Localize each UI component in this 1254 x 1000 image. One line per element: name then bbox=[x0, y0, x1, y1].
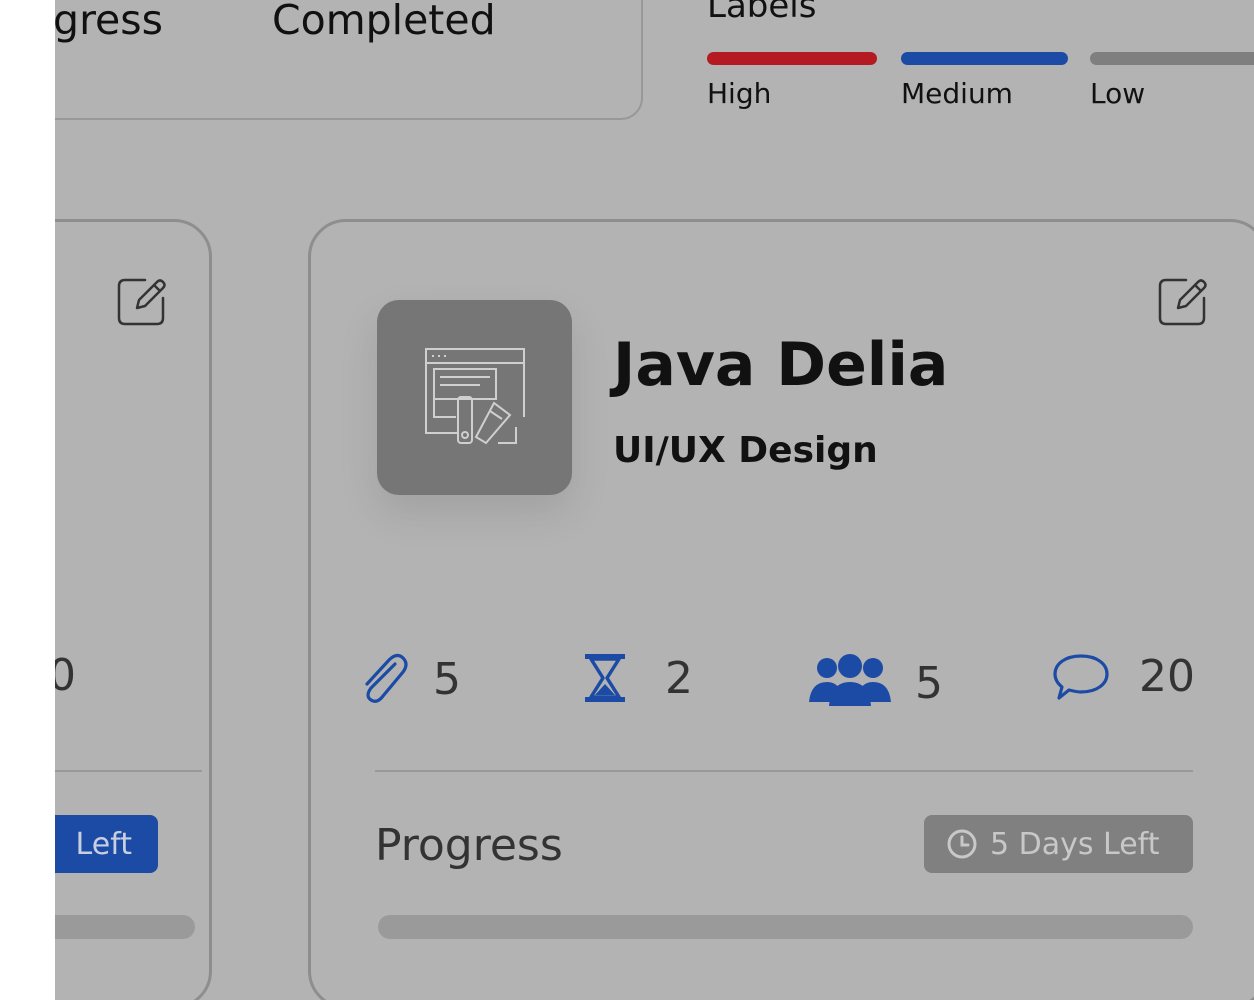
divider bbox=[375, 770, 1193, 772]
hourglass-icon bbox=[585, 654, 625, 702]
days-left-badge: 5 Days Left bbox=[924, 815, 1193, 873]
project-card[interactable]: Java Delia UI/UX Design 5 2 5 20 Progres… bbox=[308, 219, 1254, 1000]
days-left-text: Left bbox=[75, 826, 132, 862]
legend-bar-low bbox=[1090, 52, 1254, 65]
status-tabs: Progress Completed bbox=[55, 0, 643, 120]
progress-fill bbox=[55, 915, 195, 939]
legend-item-high: High bbox=[707, 52, 877, 110]
clock-icon bbox=[947, 829, 977, 859]
stat-comments: 10 bbox=[55, 650, 76, 701]
paperclip-icon bbox=[365, 653, 408, 703]
design-tools-icon bbox=[425, 348, 525, 445]
edit-icon[interactable] bbox=[113, 272, 169, 328]
progress-label: Progress bbox=[375, 820, 563, 871]
progress-track bbox=[55, 915, 195, 939]
stage: Progress Completed Labels High Medium Lo… bbox=[55, 0, 1254, 1000]
stat-pending: 2 bbox=[581, 650, 693, 706]
team-icon bbox=[809, 653, 891, 706]
comments-count: 20 bbox=[1139, 650, 1195, 702]
stat-members: 5 bbox=[805, 650, 943, 709]
tab-completed[interactable]: Completed bbox=[272, 0, 496, 44]
edit-icon[interactable] bbox=[1154, 272, 1210, 328]
comment-icon bbox=[1053, 654, 1109, 700]
legend-bar-high bbox=[707, 52, 877, 65]
days-left-text: 5 Days Left bbox=[990, 826, 1160, 862]
project-thumbnail bbox=[377, 300, 572, 495]
legend-bar-medium bbox=[901, 52, 1068, 65]
legend-item-medium: Medium bbox=[901, 52, 1068, 110]
stat-comments: 20 bbox=[1051, 650, 1195, 702]
legend-label-low: Low bbox=[1090, 77, 1146, 110]
progress-track bbox=[378, 915, 1193, 939]
pending-count: 2 bbox=[665, 652, 693, 704]
members-count: 5 bbox=[915, 658, 943, 709]
tab-in-progress[interactable]: Progress bbox=[55, 0, 163, 44]
divider bbox=[55, 770, 202, 772]
project-card-previous[interactable]: 10 Left bbox=[55, 219, 212, 1000]
days-left-badge: Left bbox=[55, 815, 158, 873]
legend-label-medium: Medium bbox=[901, 77, 1013, 110]
stat-attachments: 5 bbox=[355, 650, 461, 708]
project-name: Java Delia bbox=[613, 330, 949, 400]
comments-count: 10 bbox=[55, 650, 76, 701]
attachments-count: 5 bbox=[433, 653, 461, 705]
labels-title: Labels bbox=[707, 0, 817, 26]
project-type: UI/UX Design bbox=[613, 430, 878, 471]
legend-item-low: Low bbox=[1090, 52, 1254, 110]
legend-label-high: High bbox=[707, 77, 772, 110]
